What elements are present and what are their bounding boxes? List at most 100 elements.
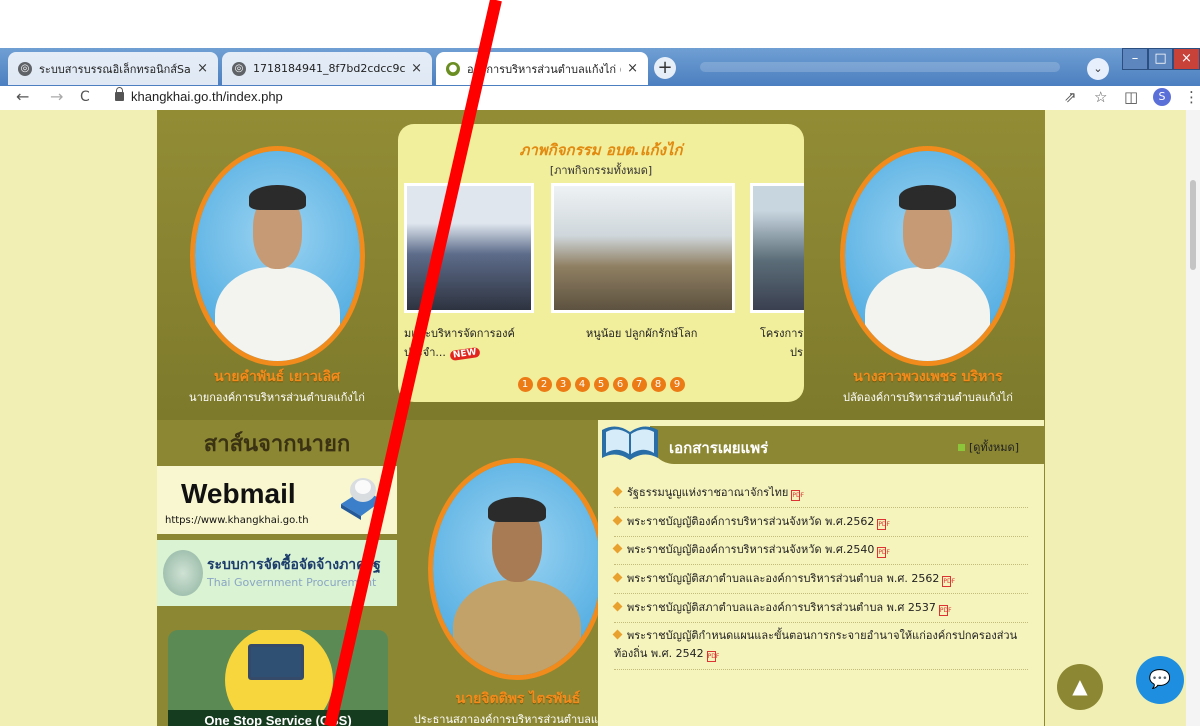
close-icon[interactable]: ×: [627, 61, 638, 76]
oss-banner[interactable]: One Stop Service (OSS): [168, 630, 388, 726]
gallery-caption-1[interactable]: มและบริหารจัดการองค์: [404, 324, 515, 342]
document-item[interactable]: พระราชบัญญัติกำหนดแผนและขั้นตอนการกระจาย…: [612, 627, 1028, 670]
tab-search-button[interactable]: ⌄: [1087, 58, 1109, 80]
chat-icon: 💬: [1148, 669, 1172, 690]
document-title: รัฐธรรมนูญแห่งราชอาณาจักรไทย: [627, 486, 789, 499]
activity-gallery: ภาพกิจกรรม อบต.แก้งไก่ [ภาพกิจกรรมทั้งหม…: [398, 124, 804, 402]
bullet-icon: [612, 572, 623, 583]
minimize-button[interactable]: –: [1122, 48, 1148, 70]
page-button-6[interactable]: 6: [612, 377, 628, 392]
reload-button[interactable]: C: [80, 88, 90, 106]
document-title: พระราชบัญญัติองค์การบริหารส่วนจังหวัด พ.…: [627, 515, 875, 528]
gallery-photo-3[interactable]: [750, 183, 804, 313]
scroll-top-button[interactable]: ▲: [1057, 664, 1103, 710]
gallery-title: ภาพกิจกรรม อบต.แก้งไก่: [519, 141, 683, 159]
tab-saraban[interactable]: ◎ ระบบสารบรรณอิเล็กทรอนิกส์Saraban ×: [8, 52, 218, 85]
scrollbar-thumb[interactable]: [1190, 180, 1196, 270]
forward-button[interactable]: →: [50, 88, 63, 106]
lock-icon[interactable]: [115, 87, 124, 101]
side-panel-icon[interactable]: ◫: [1124, 88, 1138, 106]
gallery-photo-2[interactable]: [551, 183, 735, 313]
tab-khangkhai[interactable]: ● องค์การบริหารส่วนตำบลแก้งไก่ (อบต.แ ×: [436, 52, 648, 85]
gallery-photo-1[interactable]: [404, 183, 534, 313]
bookmark-star-icon[interactable]: ☆: [1094, 88, 1107, 106]
page-button-4[interactable]: 4: [574, 377, 590, 392]
pdf-icon: PDF: [791, 490, 805, 501]
new-badge-icon: NEW: [449, 346, 481, 362]
pdf-icon: PDF: [877, 519, 891, 530]
page-button-5[interactable]: 5: [593, 377, 609, 392]
chat-button[interactable]: 💬: [1136, 656, 1184, 704]
address-bar[interactable]: khangkhai.go.th/index.php: [131, 89, 283, 104]
close-icon[interactable]: ×: [197, 61, 208, 76]
gallery-pagination: 123456789: [398, 372, 804, 392]
bullet-icon: [958, 444, 965, 451]
document-item[interactable]: พระราชบัญญัติองค์การบริหารส่วนจังหวัด พ.…: [612, 540, 1028, 565]
document-title: พระราชบัญญัติองค์การบริหารส่วนจังหวัด พ.…: [627, 543, 875, 556]
mayor-portrait: [190, 146, 365, 366]
tab-title: องค์การบริหารส่วนตำบลแก้งไก่ (อบต.แ: [467, 62, 621, 76]
council-chair-portrait: [428, 458, 606, 680]
clerk-portrait: [840, 146, 1015, 366]
oss-label: One Stop Service (OSS): [168, 710, 388, 726]
webmail-title: Webmail: [181, 478, 296, 509]
procurement-seal-icon: [163, 550, 203, 596]
arrow-up-icon: ▲: [1072, 674, 1088, 698]
page-button-3[interactable]: 3: [555, 377, 571, 392]
page-button-1[interactable]: 1: [517, 377, 533, 392]
mayor-position: นายกองค์การบริหารส่วนตำบลแก้งไก่: [189, 391, 365, 404]
documents-title: เอกสารเผยแพร่: [669, 439, 769, 457]
egp-banner[interactable]: ระบบการจัดซื้อจัดจ้างภาครัฐ Thai Governm…: [157, 540, 397, 606]
bullet-icon: [612, 486, 623, 497]
clerk-name: นางสาวพวงเพชร บริหาร: [853, 369, 1003, 385]
back-button[interactable]: ←: [16, 88, 29, 106]
documents-see-all[interactable]: [ดูทั้งหมด]: [958, 438, 1019, 456]
gallery-caption-3[interactable]: โครงการ: [760, 324, 803, 342]
site-favicon-icon: ●: [446, 61, 460, 76]
mayor-name: นายคำพันธ์ เยาวเลิศ: [213, 369, 341, 385]
document-title: พระราชบัญญัติสภาตำบลและองค์การบริหารส่วน…: [627, 572, 940, 585]
page-button-7[interactable]: 7: [631, 377, 647, 392]
pdf-icon: PDF: [706, 651, 720, 662]
document-item[interactable]: พระราชบัญญัติสภาตำบลและองค์การบริหารส่วน…: [612, 598, 1028, 623]
page-button-8[interactable]: 8: [650, 377, 666, 392]
window-title-blur: [700, 62, 1060, 72]
close-window-button[interactable]: ×: [1173, 48, 1200, 70]
globe-icon: ◎: [18, 61, 32, 76]
menu-icon[interactable]: ⋮: [1184, 88, 1199, 106]
document-item[interactable]: รัฐธรรมนูญแห่งราชอาณาจักรไทย PDF: [612, 483, 1028, 508]
document-title: พระราชบัญญัติกำหนดแผนและขั้นตอนการกระจาย…: [614, 629, 1018, 660]
webmail-link[interactable]: https://www.khangkhai.go.th: [165, 515, 309, 526]
share-icon[interactable]: ⇗: [1064, 88, 1077, 106]
page-button-2[interactable]: 2: [536, 377, 552, 392]
open-book-icon: [602, 426, 658, 460]
screenshot: ◎ ระบบสารบรรณอิเล็กทรอนิกส์Saraban × ◎ 1…: [0, 0, 1200, 726]
tab-file[interactable]: ◎ 1718184941_8f7bd2cdcc9c7ad32 ×: [222, 52, 432, 85]
new-tab-button[interactable]: +: [654, 57, 676, 79]
gallery-all-link[interactable]: [ภาพกิจกรรมทั้งหมด]: [398, 161, 804, 179]
pdf-icon: PDF: [877, 547, 891, 558]
close-icon[interactable]: ×: [411, 61, 422, 76]
tab-title: ระบบสารบรรณอิเล็กทรอนิกส์Saraban: [39, 62, 191, 76]
bullet-icon: [612, 543, 623, 554]
page-button-9[interactable]: 9: [669, 377, 685, 392]
document-item[interactable]: พระราชบัญญัติองค์การบริหารส่วนจังหวัด พ.…: [612, 512, 1028, 537]
clerk-position: ปลัดองค์การบริหารส่วนตำบลแก้งไก่: [843, 391, 1013, 404]
pdf-icon: PDF: [938, 605, 952, 616]
see-all-label: [ดูทั้งหมด]: [969, 441, 1019, 454]
document-item[interactable]: พระราชบัญญัติสภาตำบลและองค์การบริหารส่วน…: [612, 569, 1028, 594]
profile-avatar[interactable]: S: [1153, 88, 1171, 106]
mailbox-icon: [341, 478, 383, 520]
globe-icon: ◎: [232, 61, 246, 76]
computer-icon: [248, 644, 304, 680]
egp-english-label: Thai Government Procurement: [207, 576, 377, 589]
gallery-caption-3b[interactable]: ปร: [790, 343, 803, 361]
maximize-button[interactable]: □: [1148, 48, 1173, 70]
pdf-icon: PDF: [942, 576, 956, 587]
tab-title: 1718184941_8f7bd2cdcc9c7ad32: [253, 62, 406, 75]
mayor-message-heading[interactable]: สาส์นจากนายก: [157, 426, 397, 461]
webmail-banner[interactable]: Webmail https://www.khangkhai.go.th: [157, 466, 397, 534]
gallery-caption-2[interactable]: หนูน้อย ปลูกผักรักษ์โลก: [586, 324, 697, 342]
egp-thai-label: ระบบการจัดซื้อจัดจ้างภาครัฐ: [207, 557, 381, 573]
gallery-caption-1-line2[interactable]: ประจำ... NEW: [404, 343, 481, 362]
